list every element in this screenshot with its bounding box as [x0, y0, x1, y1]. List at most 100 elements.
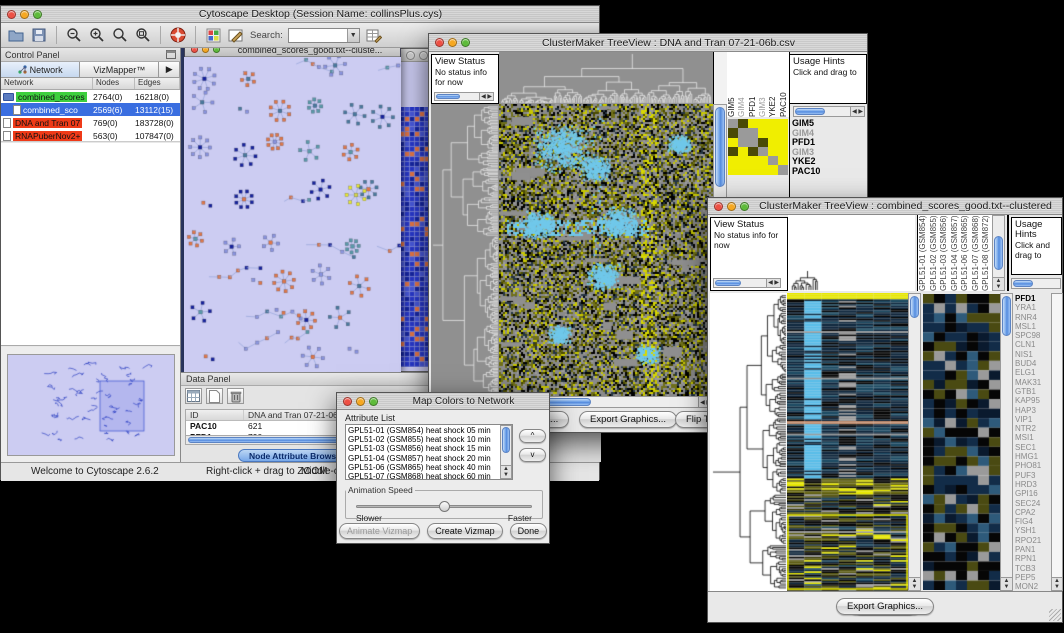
zoom-cell[interactable]	[738, 165, 748, 174]
zoom-cell[interactable]	[778, 156, 788, 165]
export-graphics-button[interactable]: Export Graphics...	[836, 598, 934, 615]
search-input[interactable]: ▼	[288, 28, 360, 43]
slider-thumb[interactable]	[439, 501, 450, 512]
treeview1-titlebar[interactable]: ClusterMaker TreeView : DNA and Tran 07-…	[429, 34, 867, 52]
minimize-button[interactable]	[448, 38, 457, 47]
export-graphics-button[interactable]: Export Graphics...	[579, 411, 677, 428]
zoom-vscrollbar[interactable]: ▲▼	[1000, 293, 1013, 591]
zoom-cell[interactable]	[738, 138, 748, 147]
zoom-cell[interactable]	[728, 165, 738, 174]
zoom-cell[interactable]	[748, 119, 758, 128]
zoom-button[interactable]	[369, 397, 378, 406]
zoom-cell[interactable]	[758, 138, 768, 147]
zoom-cell[interactable]	[748, 165, 758, 174]
search-dropdown-icon[interactable]: ▼	[347, 29, 359, 42]
minimize-button[interactable]	[356, 397, 365, 406]
move-up-button[interactable]: ^	[519, 429, 546, 443]
zoom-button[interactable]	[740, 202, 749, 211]
zoom-cell[interactable]	[758, 165, 768, 174]
zoom-cell[interactable]	[768, 128, 778, 137]
minimize-button[interactable]	[727, 202, 736, 211]
zoom-cell[interactable]	[778, 165, 788, 174]
zoom-out-icon[interactable]	[65, 26, 83, 44]
zoom-cell[interactable]	[748, 156, 758, 165]
zoom-cell[interactable]	[738, 156, 748, 165]
save-icon[interactable]	[30, 26, 48, 44]
network-row[interactable]: combined_scores2764(0)16218(0)	[1, 90, 180, 103]
label-vscrollbar[interactable]: ▲▼	[992, 215, 1005, 291]
zoom-cell[interactable]	[758, 147, 768, 156]
network-row[interactable]: RNAPuberNov2+563(0)107847(0)	[1, 129, 180, 142]
annotation-icon[interactable]	[227, 26, 245, 44]
treeview2-titlebar[interactable]: ClusterMaker TreeView : combined_scores_…	[708, 198, 1062, 215]
zoom-button[interactable]	[461, 38, 470, 47]
animation-speed-slider[interactable]	[356, 505, 532, 508]
zoom-cell[interactable]	[768, 138, 778, 147]
zoom-cell[interactable]	[768, 147, 778, 156]
delete-attribute-icon[interactable]	[227, 388, 244, 404]
float-panel-icon[interactable]	[166, 50, 176, 59]
network-view-titlebar[interactable]: combined_scores_good.txt--cluste...	[185, 48, 400, 57]
global-heatmap[interactable]	[499, 104, 713, 396]
zoom-cell[interactable]	[768, 156, 778, 165]
tab-network[interactable]: Network	[1, 62, 80, 77]
attribute-item[interactable]: GPL51-06 (GSM865) heat shock 40 min	[348, 463, 510, 472]
minimize-button[interactable]	[20, 10, 29, 19]
network-canvas[interactable]	[184, 57, 401, 372]
close-button[interactable]	[343, 397, 352, 406]
open-file-icon[interactable]	[7, 26, 25, 44]
attribute-item[interactable]: GPL51-02 (GSM855) heat shock 10 min	[348, 435, 510, 444]
zoom-cell[interactable]	[778, 119, 788, 128]
zoom-heatmap[interactable]	[923, 294, 1000, 590]
zoom-cell[interactable]	[768, 119, 778, 128]
zoom-button[interactable]	[33, 10, 42, 19]
zoom-cell[interactable]	[748, 138, 758, 147]
zoom-cell[interactable]	[758, 119, 768, 128]
close-button[interactable]	[7, 10, 16, 19]
new-attribute-icon[interactable]	[206, 388, 223, 404]
row-dendrogram[interactable]	[710, 293, 787, 591]
column-dendrogram[interactable]	[499, 52, 713, 104]
attribute-list[interactable]: GPL51-01 (GSM854) heat shock 05 minGPL51…	[345, 424, 513, 480]
window-controls[interactable]	[7, 10, 42, 19]
attribute-item[interactable]: GPL51-04 (GSM857) heat shock 20 min	[348, 454, 510, 463]
tab-overflow-arrow[interactable]: ▶	[159, 62, 180, 77]
attribute-item[interactable]: GPL51-01 (GSM854) heat shock 05 min	[348, 426, 510, 435]
zoom-cell[interactable]	[728, 128, 738, 137]
close-button[interactable]	[714, 202, 723, 211]
done-button[interactable]: Done	[510, 523, 548, 539]
zoom-cell[interactable]	[738, 119, 748, 128]
zoom-fit-icon[interactable]	[134, 26, 152, 44]
column-dendrogram[interactable]	[788, 215, 915, 291]
zoom-selected-icon[interactable]	[111, 26, 129, 44]
label-vscrollbar-right[interactable]: ▲▼	[1051, 293, 1063, 591]
vizmapper-icon[interactable]	[204, 26, 222, 44]
column-header-id[interactable]: ID	[186, 410, 244, 420]
zoom-cell[interactable]	[748, 128, 758, 137]
zoom-cell[interactable]	[778, 138, 788, 147]
create-vizmap-button[interactable]: Create Vizmap	[427, 523, 502, 539]
animate-vizmap-button[interactable]: Animate Vizmap	[339, 523, 420, 539]
close-icon[interactable]	[191, 48, 198, 53]
zoom-cell[interactable]	[748, 147, 758, 156]
resize-grip[interactable]	[1049, 609, 1061, 621]
network-row[interactable]: combined_sco2569(6)13112(15)	[1, 103, 180, 116]
zoom-cell[interactable]	[778, 147, 788, 156]
dialog-titlebar[interactable]: Map Colors to Network	[337, 393, 549, 410]
zoom-hscrollbar[interactable]: ◀ ▶	[793, 106, 865, 117]
main-titlebar[interactable]: Cytoscape Desktop (Session Name: collins…	[1, 6, 599, 23]
view-status-scrollbar[interactable]: ◀ ▶	[713, 278, 781, 288]
zoom-cell[interactable]	[758, 128, 768, 137]
zoom-heatmap-6x6[interactable]	[728, 119, 788, 175]
minimize-icon[interactable]	[202, 48, 209, 53]
usage-hscrollbar[interactable]	[1011, 278, 1061, 289]
zoom-cell[interactable]	[768, 165, 778, 174]
view-status-scrollbar[interactable]: ◀ ▶	[434, 92, 494, 101]
zoom-cell[interactable]	[728, 147, 738, 156]
close-button[interactable]	[435, 38, 444, 47]
attribute-item[interactable]: GPL51-07 (GSM868) heat shock 60 min	[348, 472, 510, 480]
zoom-in-icon[interactable]	[88, 26, 106, 44]
row-dendrogram[interactable]	[431, 104, 499, 396]
tab-vizmapper[interactable]: VizMapper™	[80, 62, 159, 77]
zoom-icon[interactable]	[213, 48, 220, 53]
